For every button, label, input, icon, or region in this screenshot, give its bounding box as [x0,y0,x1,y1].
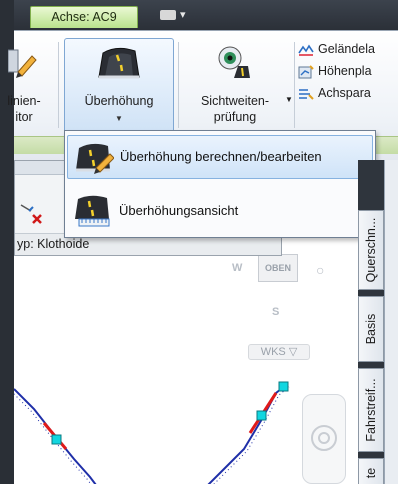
tab-label: Querschn... [364,217,378,283]
quick-access-dropdown[interactable]: ▾ [160,6,194,24]
viewcube-compass-icon[interactable]: ○ [316,262,324,278]
window-icon [160,10,176,21]
contextual-tab-achse[interactable]: Achse: AC9 [30,6,138,28]
alignment-params-label: Achspara [318,86,371,100]
elevation-plan-icon [298,64,314,79]
sight-distance-button[interactable]: Sichtweiten- prüfung [186,38,284,134]
palette-content-edge [384,160,398,484]
ribbon-small-buttons: Geländela Höhenpla Achspara [298,38,398,104]
viewcube-south[interactable]: S [272,306,279,318]
tab-label: Basis [364,313,378,345]
ribbon-separator [294,42,295,128]
tab-label: te [364,467,378,479]
sight-distance-dropdown-arrow[interactable]: ▼ [284,92,294,107]
sight-distance-label-line1: Sichtweiten- [200,94,270,108]
ribbon-separator [178,42,179,128]
chevron-down-icon: ▼ [115,114,123,123]
viewcube-west[interactable]: W [232,262,242,274]
menu-item-label: Überhöhungsansicht [119,203,239,218]
terrain-section-label: Geländela [318,42,375,56]
road-superelevation-icon [98,47,140,79]
terrain-icon [298,44,314,56]
eye-road-icon [218,46,250,78]
grip-handle[interactable] [278,381,289,392]
superelevation-edit-icon [76,143,114,174]
chevron-down-icon: ▾ [180,9,186,21]
terrain-section-button[interactable]: Geländela [298,38,398,60]
pencil-icon [8,49,37,78]
elevation-plan-button[interactable]: Höhenpla [298,60,398,82]
viewcube-top-face[interactable]: OBEN [258,254,298,282]
alignment-params-icon [299,88,314,100]
superelevation-dropdown-menu: Überhöhung berechnen/bearbeiten Überhöhu… [64,130,376,238]
menu-item-label: Überhöhung berechnen/bearbeiten [120,149,322,164]
ribbon-separator [58,42,59,128]
ucs-menu[interactable]: WKS ▽ [248,344,310,360]
alignment-editor-button[interactable]: linien- itor [0,38,48,134]
tab-partial[interactable]: te [358,458,384,484]
superelevation-view-icon [75,195,110,227]
menu-item-calculate-edit-superelevation[interactable]: Überhöhung berechnen/bearbeiten [67,135,373,179]
alignment-params-button[interactable]: Achspara [298,82,398,104]
tab-basis[interactable]: Basis [358,296,384,362]
alignment-line [207,384,287,484]
tab-label: Fahrstreif... [364,378,378,442]
menu-item-superelevation-view[interactable]: Überhöhungsansicht [67,189,373,233]
grip-handle[interactable] [256,410,267,421]
alignment-editor-label-line1: linien- [7,94,41,108]
delete-sub-entity-icon[interactable] [17,201,47,227]
navigation-bar[interactable] [302,394,346,484]
elevation-plan-label: Höhenpla [318,64,372,78]
tab-fahrstreifen[interactable]: Fahrstreif... [358,368,384,452]
superelevation-button[interactable]: Überhöhung ▼ [64,38,174,134]
superelevation-label: Überhöhung [84,94,154,108]
sight-distance-label-line2: prüfung [213,110,257,124]
tab-querschnitt[interactable]: Querschn... [358,210,384,290]
ucs-label: WKS [260,346,286,358]
chevron-down-icon: ▽ [288,346,298,358]
steering-wheel-icon [311,425,337,451]
alignment-editor-label-line2: itor [15,110,33,124]
grip-handle[interactable] [51,434,62,445]
